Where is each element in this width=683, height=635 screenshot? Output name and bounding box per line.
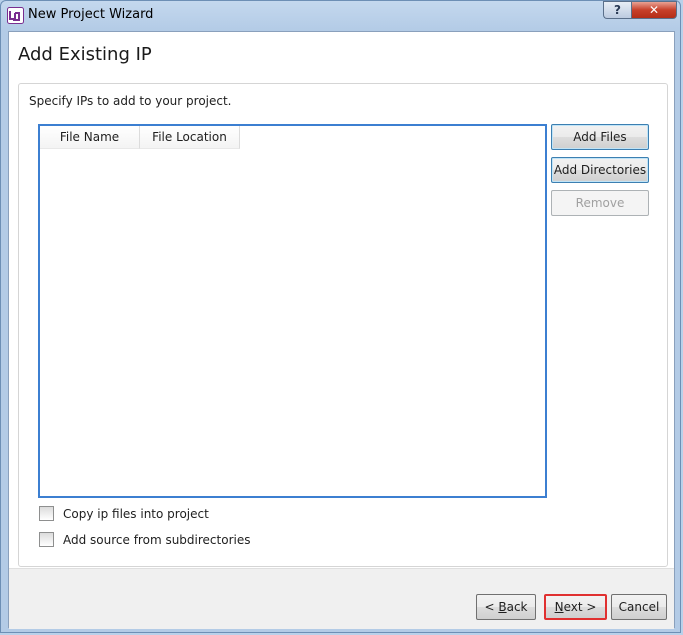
window-title: New Project Wizard [28,7,154,22]
wizard-footer: < Back Next > Cancel [9,568,674,629]
column-header-file-location[interactable]: File Location [140,126,240,149]
wizard-client-area: Add Existing IP Specify IPs to add to yo… [8,31,675,629]
add-subdirs-option[interactable]: Add source from subdirectories [39,532,250,547]
back-mnemonic: B [498,600,507,614]
next-mnemonic: N [554,600,564,614]
next-button[interactable]: Next > [544,594,607,620]
back-prefix: < [484,600,499,614]
ip-file-table[interactable]: File Name File Location [38,124,547,498]
copy-ip-option[interactable]: Copy ip files into project [39,506,209,521]
instruction-text: Specify IPs to add to your project. [29,94,232,108]
remove-button[interactable]: Remove [551,190,649,216]
copy-ip-checkbox[interactable] [39,506,54,521]
ip-group-panel: Specify IPs to add to your project. File… [18,83,668,567]
title-bar[interactable]: New Project Wizard ? ✕ [1,1,680,31]
wizard-window: New Project Wizard ? ✕ Add Existing IP S… [0,0,681,633]
add-subdirs-label: Add source from subdirectories [63,532,251,547]
add-files-button[interactable]: Add Files [551,124,649,150]
add-subdirs-checkbox[interactable] [39,532,54,547]
copy-ip-label: Copy ip files into project [63,506,209,521]
cancel-button[interactable]: Cancel [611,594,667,620]
page-title: Add Existing IP [18,44,152,65]
vivado-logo-icon [7,7,24,24]
close-button[interactable]: ✕ [631,1,677,19]
back-button[interactable]: < Back [476,594,536,620]
column-header-file-name[interactable]: File Name [40,126,140,149]
next-rest: ext > [563,600,597,614]
table-header: File Name File Location [40,126,240,149]
add-directories-button[interactable]: Add Directories [551,157,649,183]
help-button[interactable]: ? [603,1,631,19]
back-rest: ack [506,600,528,614]
